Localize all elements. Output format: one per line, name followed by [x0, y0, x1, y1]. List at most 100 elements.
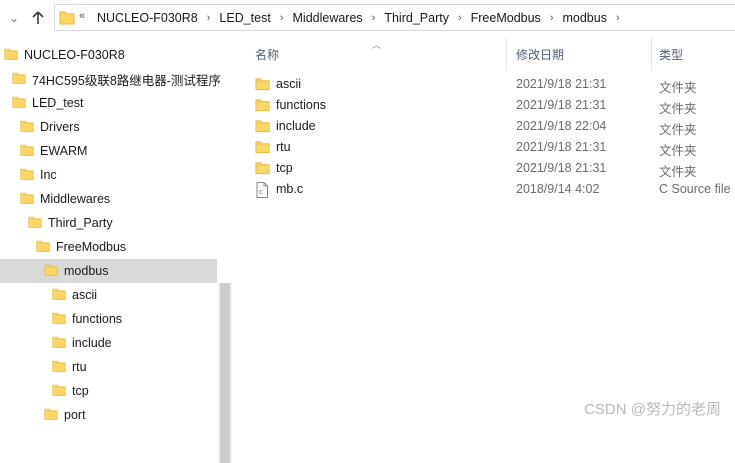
breadcrumb-chevron-icon[interactable]: ›: [273, 12, 291, 24]
svg-text:c: c: [259, 188, 263, 196]
nav-tree-item-label: modbus: [64, 264, 109, 278]
breadcrumb-chevron-icon[interactable]: ›: [200, 12, 218, 24]
file-modified-date: 2021/9/18 21:31: [516, 140, 607, 154]
folder-icon: [59, 10, 75, 28]
folder-icon: [20, 118, 34, 137]
file-name: functions: [276, 98, 327, 112]
file-modified-date: 2018/9/14 4:02: [516, 182, 600, 196]
recent-locations-chevron-icon[interactable]: ⌄: [6, 8, 22, 28]
nav-tree-item[interactable]: NUCLEO-F030R8: [0, 43, 217, 67]
breadcrumb-item[interactable]: Third_Party: [382, 11, 451, 25]
nav-tree-item[interactable]: port: [0, 403, 217, 427]
nav-tree-item[interactable]: FreeModbus: [0, 235, 217, 259]
file-row[interactable]: tcp 2021/9/18 21:31 文件夹: [236, 158, 735, 179]
c-source-file-icon: c: [255, 182, 269, 201]
nav-tree-item[interactable]: rtu: [0, 355, 217, 379]
column-divider[interactable]: [651, 38, 652, 70]
breadcrumb-item[interactable]: modbus: [560, 11, 608, 25]
nav-tree-item[interactable]: 74HC595级联8路继电器-测试程序: [0, 67, 221, 91]
address-row: ⌄ « NUCLEO-F030R8 › LED_test › Middlewares › T…: [0, 0, 735, 36]
navigation-pane: port tcp rtu include functions ascii modbus Fre…: [0, 36, 232, 463]
folder-icon: [20, 166, 34, 185]
file-row[interactable]: include 2021/9/18 22:04 文件夹: [236, 116, 735, 137]
file-modified-date: 2021/9/18 22:04: [516, 119, 607, 133]
nav-tree-item[interactable]: Drivers: [0, 115, 217, 139]
sort-ascending-icon: ︿: [372, 40, 382, 50]
file-type: C Source file: [659, 182, 731, 196]
folder-icon: [52, 310, 66, 329]
breadcrumb: NUCLEO-F030R8 › LED_test › Middlewares › Third…: [95, 5, 627, 30]
nav-tree-item[interactable]: modbus: [0, 259, 217, 283]
nav-tree-item-label: EWARM: [40, 144, 88, 158]
nav-tree-item-label: Drivers: [40, 120, 80, 134]
column-header-row: 名称 ︿ 修改日期 类型: [236, 36, 735, 72]
nav-tree-item-label: Third_Party: [48, 216, 113, 230]
nav-tree-item[interactable]: LED_test: [0, 91, 217, 115]
column-header-date[interactable]: 修改日期: [516, 46, 564, 63]
breadcrumb-chevron-icon[interactable]: ›: [543, 12, 561, 24]
address-bar[interactable]: « NUCLEO-F030R8 › LED_test › Middlewares › Thi…: [54, 4, 735, 31]
column-header-type[interactable]: 类型: [659, 46, 683, 63]
folder-icon: [28, 214, 42, 233]
nav-tree-item[interactable]: ascii: [0, 283, 217, 307]
nav-tree-item[interactable]: include: [0, 331, 217, 355]
nav-tree-item-label: ascii: [72, 288, 98, 302]
nav-tree-item-label: Middlewares: [40, 192, 111, 206]
file-type: 文件夹: [659, 144, 697, 158]
breadcrumb-item[interactable]: FreeModbus: [469, 11, 543, 25]
nav-tree-item-label: rtu: [72, 360, 87, 374]
file-row[interactable]: ascii 2021/9/18 21:31 文件夹: [236, 74, 735, 95]
folder-icon: [255, 140, 270, 157]
folder-icon: [4, 46, 18, 65]
nav-tree-item-label: tcp: [72, 384, 89, 398]
folder-icon: [255, 161, 270, 178]
breadcrumb-item[interactable]: Middlewares: [291, 11, 365, 25]
folder-icon: [255, 98, 270, 115]
file-modified-date: 2021/9/18 21:31: [516, 98, 607, 112]
breadcrumb-chevron-icon[interactable]: ›: [609, 12, 627, 24]
address-overflow-chevron[interactable]: «: [79, 10, 85, 22]
nav-tree-item[interactable]: functions: [0, 307, 217, 331]
folder-icon: [255, 77, 270, 94]
file-modified-date: 2021/9/18 21:31: [516, 161, 607, 175]
watermark: CSDN @努力的老周: [584, 401, 721, 418]
file-name: rtu: [276, 140, 291, 154]
nav-tree-item-label: FreeModbus: [56, 240, 127, 254]
nav-tree-item-label: Inc: [40, 168, 57, 182]
file-type: 文件夹: [659, 102, 697, 116]
nav-tree-item-label: LED_test: [32, 96, 84, 110]
nav-tree-item-label: port: [64, 408, 86, 422]
file-row[interactable]: rtu 2021/9/18 21:31 文件夹: [236, 137, 735, 158]
breadcrumb-chevron-icon[interactable]: ›: [365, 12, 383, 24]
up-arrow-icon[interactable]: [30, 8, 46, 28]
nav-tree-item-label: include: [72, 336, 112, 350]
nav-tree-item[interactable]: tcp: [0, 379, 217, 403]
breadcrumb-item[interactable]: NUCLEO-F030R8: [95, 11, 200, 25]
file-row[interactable]: functions 2021/9/18 21:31 文件夹: [236, 95, 735, 116]
file-name: mb.c: [276, 182, 304, 196]
nav-tree-item-label: functions: [72, 312, 123, 326]
breadcrumb-item[interactable]: LED_test: [217, 11, 272, 25]
folder-icon: [52, 286, 66, 305]
breadcrumb-chevron-icon[interactable]: ›: [451, 12, 469, 24]
nav-tree-item-label: 74HC595级联8路继电器-测试程序: [32, 73, 221, 88]
column-divider[interactable]: [506, 38, 507, 70]
folder-icon: [12, 70, 26, 89]
nav-tree-item[interactable]: Third_Party: [0, 211, 217, 235]
folder-icon: [44, 406, 58, 425]
file-type: 文件夹: [659, 123, 697, 137]
file-row[interactable]: c mb.c 2018/9/14 4:02 C Source file: [236, 179, 735, 200]
column-header-name[interactable]: 名称: [255, 46, 279, 63]
nav-scrollbar[interactable]: [218, 283, 232, 463]
file-type: 文件夹: [659, 165, 697, 179]
nav-scrollbar-thumb[interactable]: [220, 283, 230, 463]
folder-icon: [52, 382, 66, 401]
file-name: ascii: [276, 77, 302, 91]
nav-tree-item[interactable]: Middlewares: [0, 187, 217, 211]
nav-tree-item[interactable]: EWARM: [0, 139, 217, 163]
nav-tree-item[interactable]: Inc: [0, 163, 217, 187]
file-type: 文件夹: [659, 81, 697, 95]
folder-icon: [52, 358, 66, 377]
file-name: tcp: [276, 161, 293, 175]
folder-icon: [12, 94, 26, 113]
